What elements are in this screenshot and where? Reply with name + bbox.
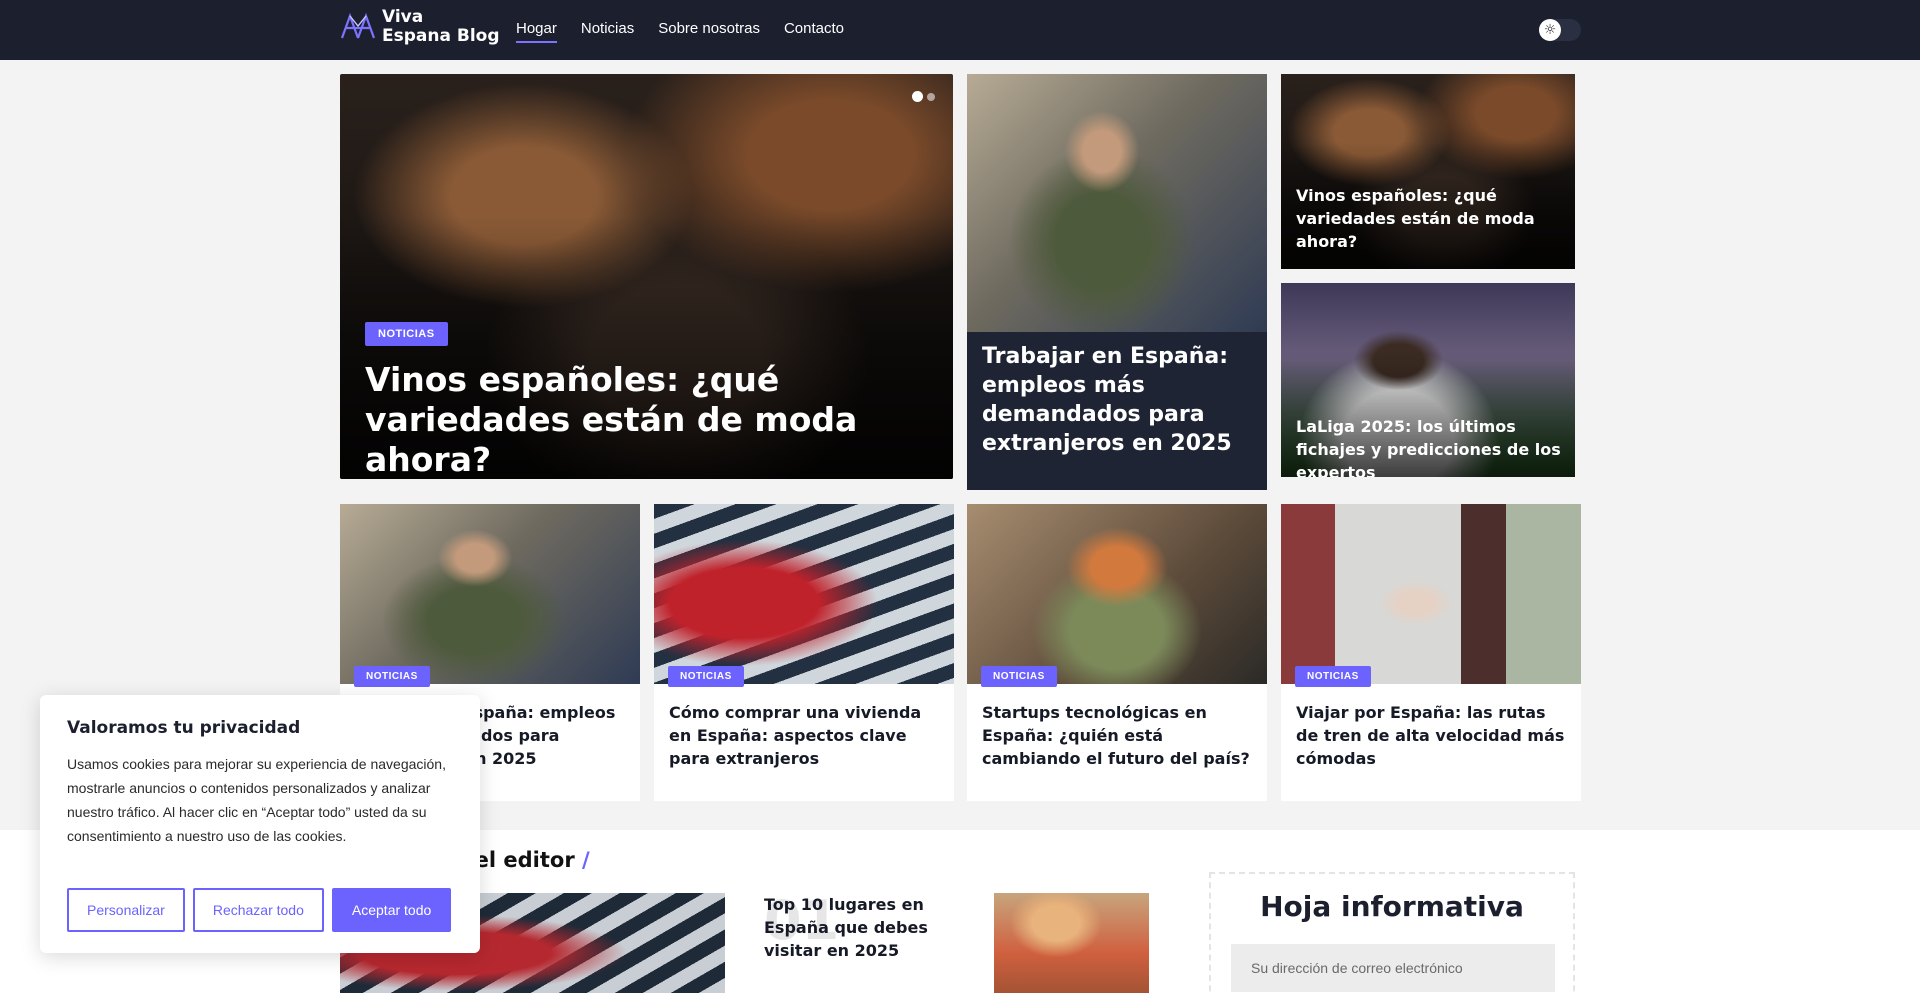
- newsletter-box: Hoja informativa: [1209, 872, 1575, 993]
- small-card[interactable]: LaLiga 2025: los últimos fichajes y pred…: [1281, 283, 1575, 477]
- nav-sobre-nosotras[interactable]: Sobre nosotras: [658, 20, 760, 43]
- slider-dot-active[interactable]: [912, 91, 923, 102]
- site-header: Viva Espana Blog Hogar Noticias Sobre no…: [0, 0, 1920, 60]
- nav-hogar[interactable]: Hogar: [516, 20, 557, 43]
- top-article-title[interactable]: Top 10 lugares en España que debes visit…: [764, 893, 984, 962]
- category-badge[interactable]: NOTICIAS: [354, 666, 430, 687]
- hero-title[interactable]: Vinos españoles: ¿qué variedades están d…: [365, 360, 935, 479]
- cookie-banner: Valoramos tu privacidad Usamos cookies p…: [40, 695, 480, 953]
- nav-noticias[interactable]: Noticias: [581, 20, 634, 43]
- sun-icon: ☼: [1539, 19, 1561, 41]
- article-card[interactable]: NOTICIAS Cómo comprar una vivienda en Es…: [654, 504, 954, 801]
- logo-icon: [340, 12, 376, 39]
- category-badge[interactable]: NOTICIAS: [1295, 666, 1371, 687]
- feature-image: [967, 74, 1267, 332]
- section-heading-slash: /: [581, 848, 590, 872]
- cookie-title: Valoramos tu privacidad: [67, 718, 301, 738]
- logo-line1: Viva: [382, 7, 424, 27]
- feature-title[interactable]: Trabajar en España: empleos más demandad…: [982, 342, 1257, 458]
- main-nav: Hogar Noticias Sobre nosotras Contacto: [516, 20, 844, 43]
- article-thumbnail: [967, 504, 1267, 684]
- article-title[interactable]: Startups tecnológicas en España: ¿quién …: [982, 701, 1257, 770]
- slider-dot[interactable]: [927, 93, 935, 101]
- article-thumbnail: [340, 504, 640, 684]
- customize-button[interactable]: Personalizar: [67, 888, 185, 932]
- logo-line2: Espana Blog: [382, 26, 500, 46]
- nav-contacto[interactable]: Contacto: [784, 20, 844, 43]
- slider-dots: [912, 91, 935, 102]
- logo-text: Viva Espana Blog: [382, 8, 500, 46]
- top-article-image[interactable]: [994, 893, 1149, 993]
- small-card[interactable]: Vinos españoles: ¿qué variedades están d…: [1281, 74, 1575, 269]
- feature-card[interactable]: Trabajar en España: empleos más demandad…: [967, 74, 1267, 490]
- cookie-buttons: Personalizar Rechazar todo Aceptar todo: [67, 888, 452, 932]
- category-badge[interactable]: NOTICIAS: [668, 666, 744, 687]
- article-card[interactable]: NOTICIAS Viajar por España: las rutas de…: [1281, 504, 1581, 801]
- article-title[interactable]: Cómo comprar una vivienda en España: asp…: [669, 701, 944, 770]
- accept-all-button[interactable]: Aceptar todo: [331, 888, 452, 932]
- newsletter-title: Hoja informativa: [1260, 890, 1524, 923]
- small-card-title[interactable]: Vinos españoles: ¿qué variedades están d…: [1296, 184, 1566, 253]
- category-badge[interactable]: NOTICIAS: [981, 666, 1057, 687]
- category-badge[interactable]: NOTICIAS: [365, 322, 448, 346]
- reject-all-button[interactable]: Rechazar todo: [192, 888, 324, 932]
- article-thumbnail: [1281, 504, 1581, 684]
- article-title[interactable]: Viajar por España: las rutas de tren de …: [1296, 701, 1571, 770]
- hero-main-slide[interactable]: NOTICIAS Vinos españoles: ¿qué variedade…: [340, 74, 953, 479]
- newsletter-email-input[interactable]: [1231, 944, 1555, 992]
- theme-toggle[interactable]: ☼: [1539, 19, 1581, 41]
- small-card-title[interactable]: LaLiga 2025: los últimos fichajes y pred…: [1296, 415, 1566, 477]
- site-logo[interactable]: Viva Espana Blog: [340, 8, 500, 46]
- article-thumbnail: [654, 504, 954, 684]
- article-card[interactable]: NOTICIAS Startups tecnológicas en España…: [967, 504, 1267, 801]
- cookie-text: Usamos cookies para mejorar su experienc…: [67, 756, 446, 844]
